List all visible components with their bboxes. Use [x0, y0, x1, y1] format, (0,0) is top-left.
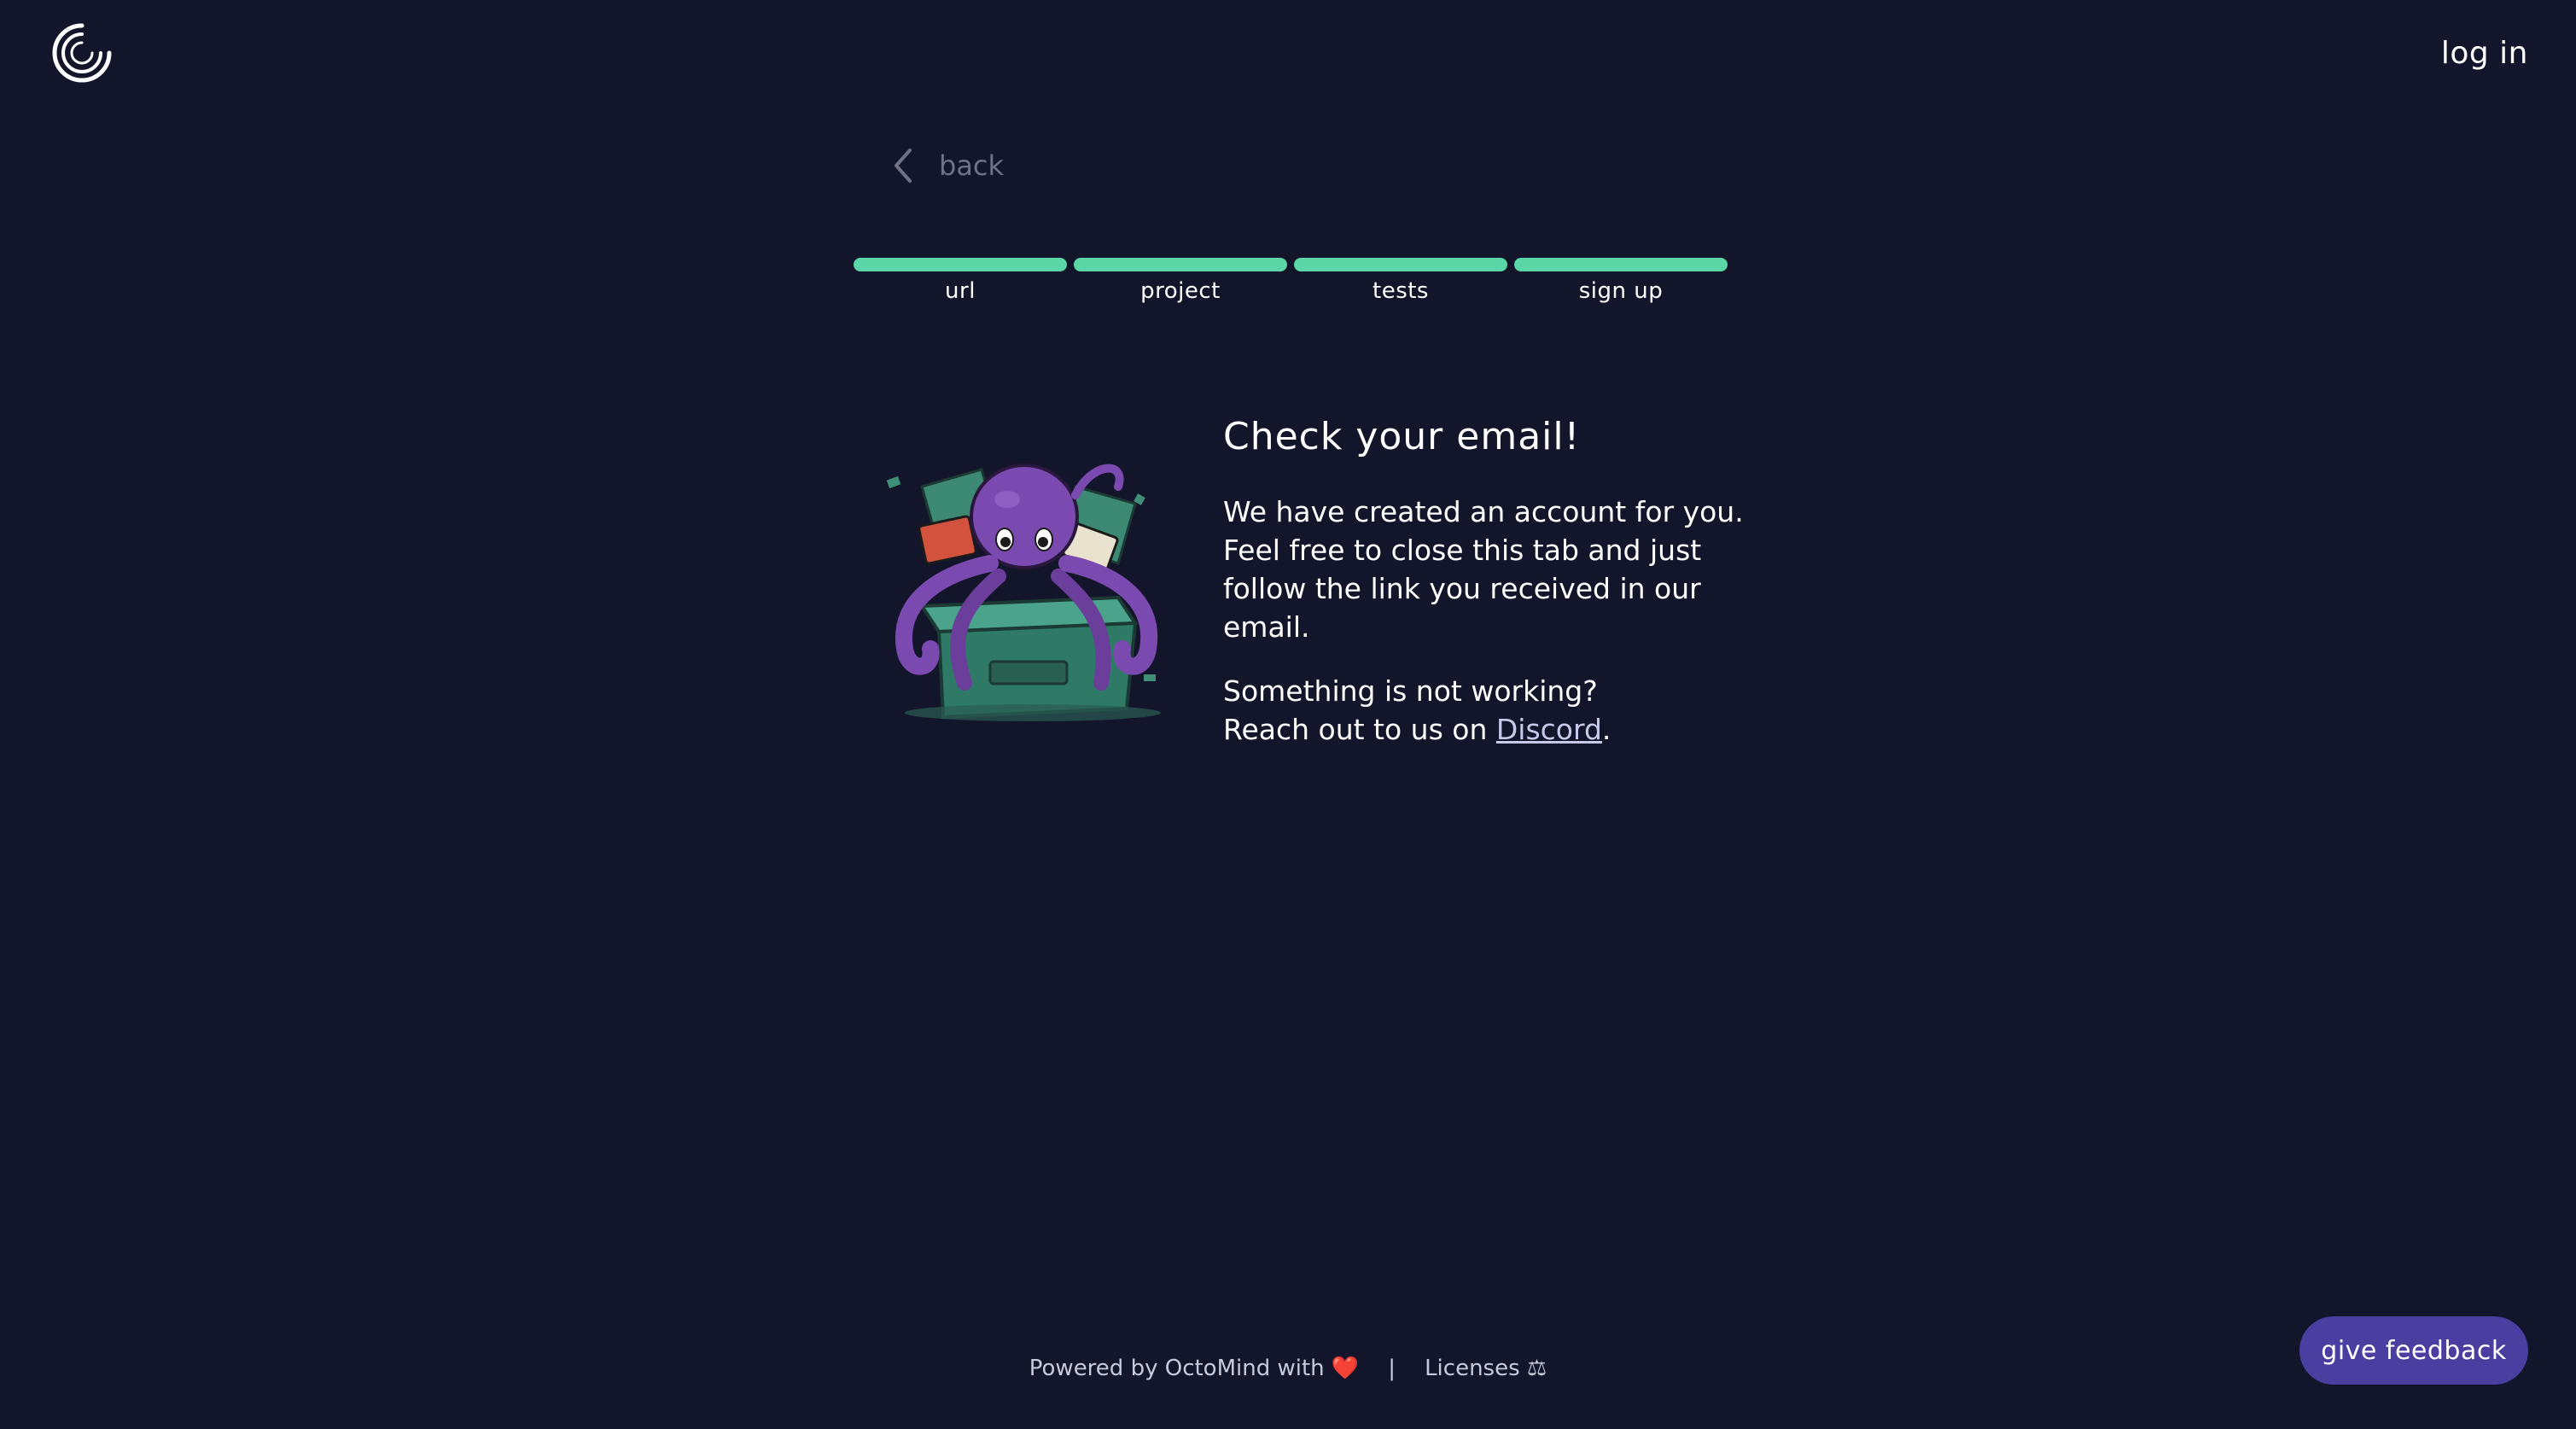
- step-bar: [1074, 258, 1287, 271]
- octopus-in-box-illustration: [886, 464, 1161, 721]
- page-title: Check your email!: [1223, 415, 1581, 458]
- powered-by: Powered by OctoMind with ❤️: [1029, 1356, 1360, 1381]
- support-line2-suffix: .: [1601, 713, 1611, 746]
- octomind-logo-icon[interactable]: [48, 19, 116, 87]
- step-tests: tests: [1294, 258, 1507, 304]
- step-bar: [1514, 258, 1728, 271]
- licenses-link[interactable]: Licenses ⚖: [1425, 1356, 1547, 1381]
- step-bar: [1294, 258, 1507, 271]
- step-bar: [854, 258, 1067, 271]
- support-message: Something is not working? Reach out to u…: [1223, 672, 1752, 749]
- give-feedback-button[interactable]: give feedback: [2299, 1316, 2528, 1385]
- step-label: sign up: [1578, 278, 1664, 304]
- scale-icon: ⚖: [1526, 1356, 1547, 1381]
- powered-by-text: Powered by OctoMind with: [1029, 1356, 1325, 1381]
- support-line1: Something is not working?: [1223, 674, 1598, 708]
- heart-icon: ❤️: [1331, 1356, 1360, 1381]
- progress-steps: url project tests sign up: [854, 258, 1728, 304]
- chevron-left-icon: [895, 149, 912, 183]
- footer: Powered by OctoMind with ❤️ | Licenses ⚖: [0, 1356, 2576, 1381]
- footer-separator: |: [1388, 1356, 1396, 1381]
- back-label: back: [939, 149, 1005, 182]
- step-project: project: [1074, 258, 1287, 304]
- login-link[interactable]: log in: [2441, 36, 2528, 71]
- discord-link[interactable]: Discord: [1496, 713, 1602, 746]
- step-sign-up: sign up: [1514, 258, 1728, 304]
- account-created-message: We have created an account for you. Feel…: [1223, 495, 1744, 644]
- step-label: tests: [1373, 278, 1429, 304]
- step-url: url: [854, 258, 1067, 304]
- confirmation-content: Check your email! We have created an acc…: [1223, 415, 1752, 774]
- licenses-label: Licenses: [1425, 1356, 1520, 1381]
- back-button[interactable]: back: [888, 145, 1004, 186]
- step-label: url: [945, 278, 976, 304]
- step-label: project: [1140, 278, 1221, 304]
- support-line2-prefix: Reach out to us on: [1223, 713, 1496, 746]
